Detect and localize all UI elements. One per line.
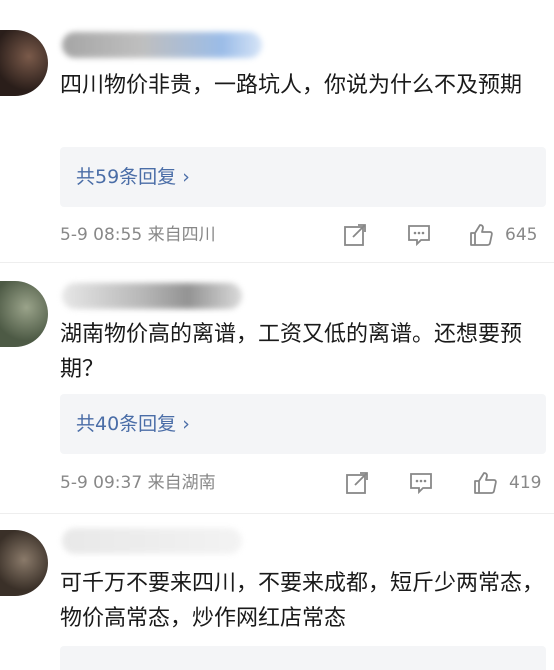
thumbs-up-icon[interactable] [472, 470, 498, 496]
location-source: 来自四川 [147, 225, 216, 245]
replies-label: 共59条回复 › [76, 166, 190, 188]
comment-item: 可千万不要来四川，不要来成都，短斤少两常态，物价高常态，炒作网红店常态 [0, 514, 554, 670]
comment-text: 湖南物价高的离谱，工资又低的离谱。还想要预期？ [60, 322, 523, 382]
comment-text: 四川物价非贵，一路坑人，你说为什么不及预期 [60, 73, 523, 98]
comment-text: 可千万不要来四川，不要来成都，短斤少两常态，物价高常态，炒作网红店常态 [60, 571, 545, 631]
comment-item: 湖南物价高的离谱，工资又低的离谱。还想要预期？ 共40条回复 › 5-9 09:… [0, 263, 554, 513]
username-blurred[interactable] [62, 32, 262, 58]
replies-label: 共40条回复 › [76, 413, 190, 435]
comment-meta: 5-9 09:37 来自湖南 419 [60, 466, 546, 500]
replies-button[interactable] [60, 646, 546, 670]
thumbs-up-icon[interactable] [468, 222, 494, 248]
comment-icon[interactable] [408, 470, 434, 496]
replies-button[interactable]: 共59条回复 › [60, 147, 546, 207]
timestamp: 5-9 09:37 [60, 473, 143, 493]
username-blurred[interactable] [62, 528, 242, 554]
avatar[interactable] [0, 30, 48, 96]
replies-button[interactable]: 共40条回复 › [60, 394, 546, 454]
username-blurred[interactable] [62, 283, 242, 309]
timestamp-source: 5-9 08:55 来自四川 [60, 218, 216, 252]
location-source: 来自湖南 [147, 473, 216, 493]
like-count: 645 [505, 225, 538, 245]
timestamp: 5-9 08:55 [60, 225, 143, 245]
like-count: 419 [509, 473, 542, 493]
comment-meta: 5-9 08:55 来自四川 645 [60, 218, 546, 252]
share-icon[interactable] [342, 222, 368, 248]
timestamp-source: 5-9 09:37 来自湖南 [60, 466, 216, 500]
comment-icon[interactable] [406, 222, 432, 248]
avatar[interactable] [0, 530, 48, 596]
share-icon[interactable] [344, 470, 370, 496]
avatar[interactable] [0, 281, 48, 347]
comment-item: 四川物价非贵，一路坑人，你说为什么不及预期 共59条回复 › 5-9 08:55… [0, 0, 554, 262]
